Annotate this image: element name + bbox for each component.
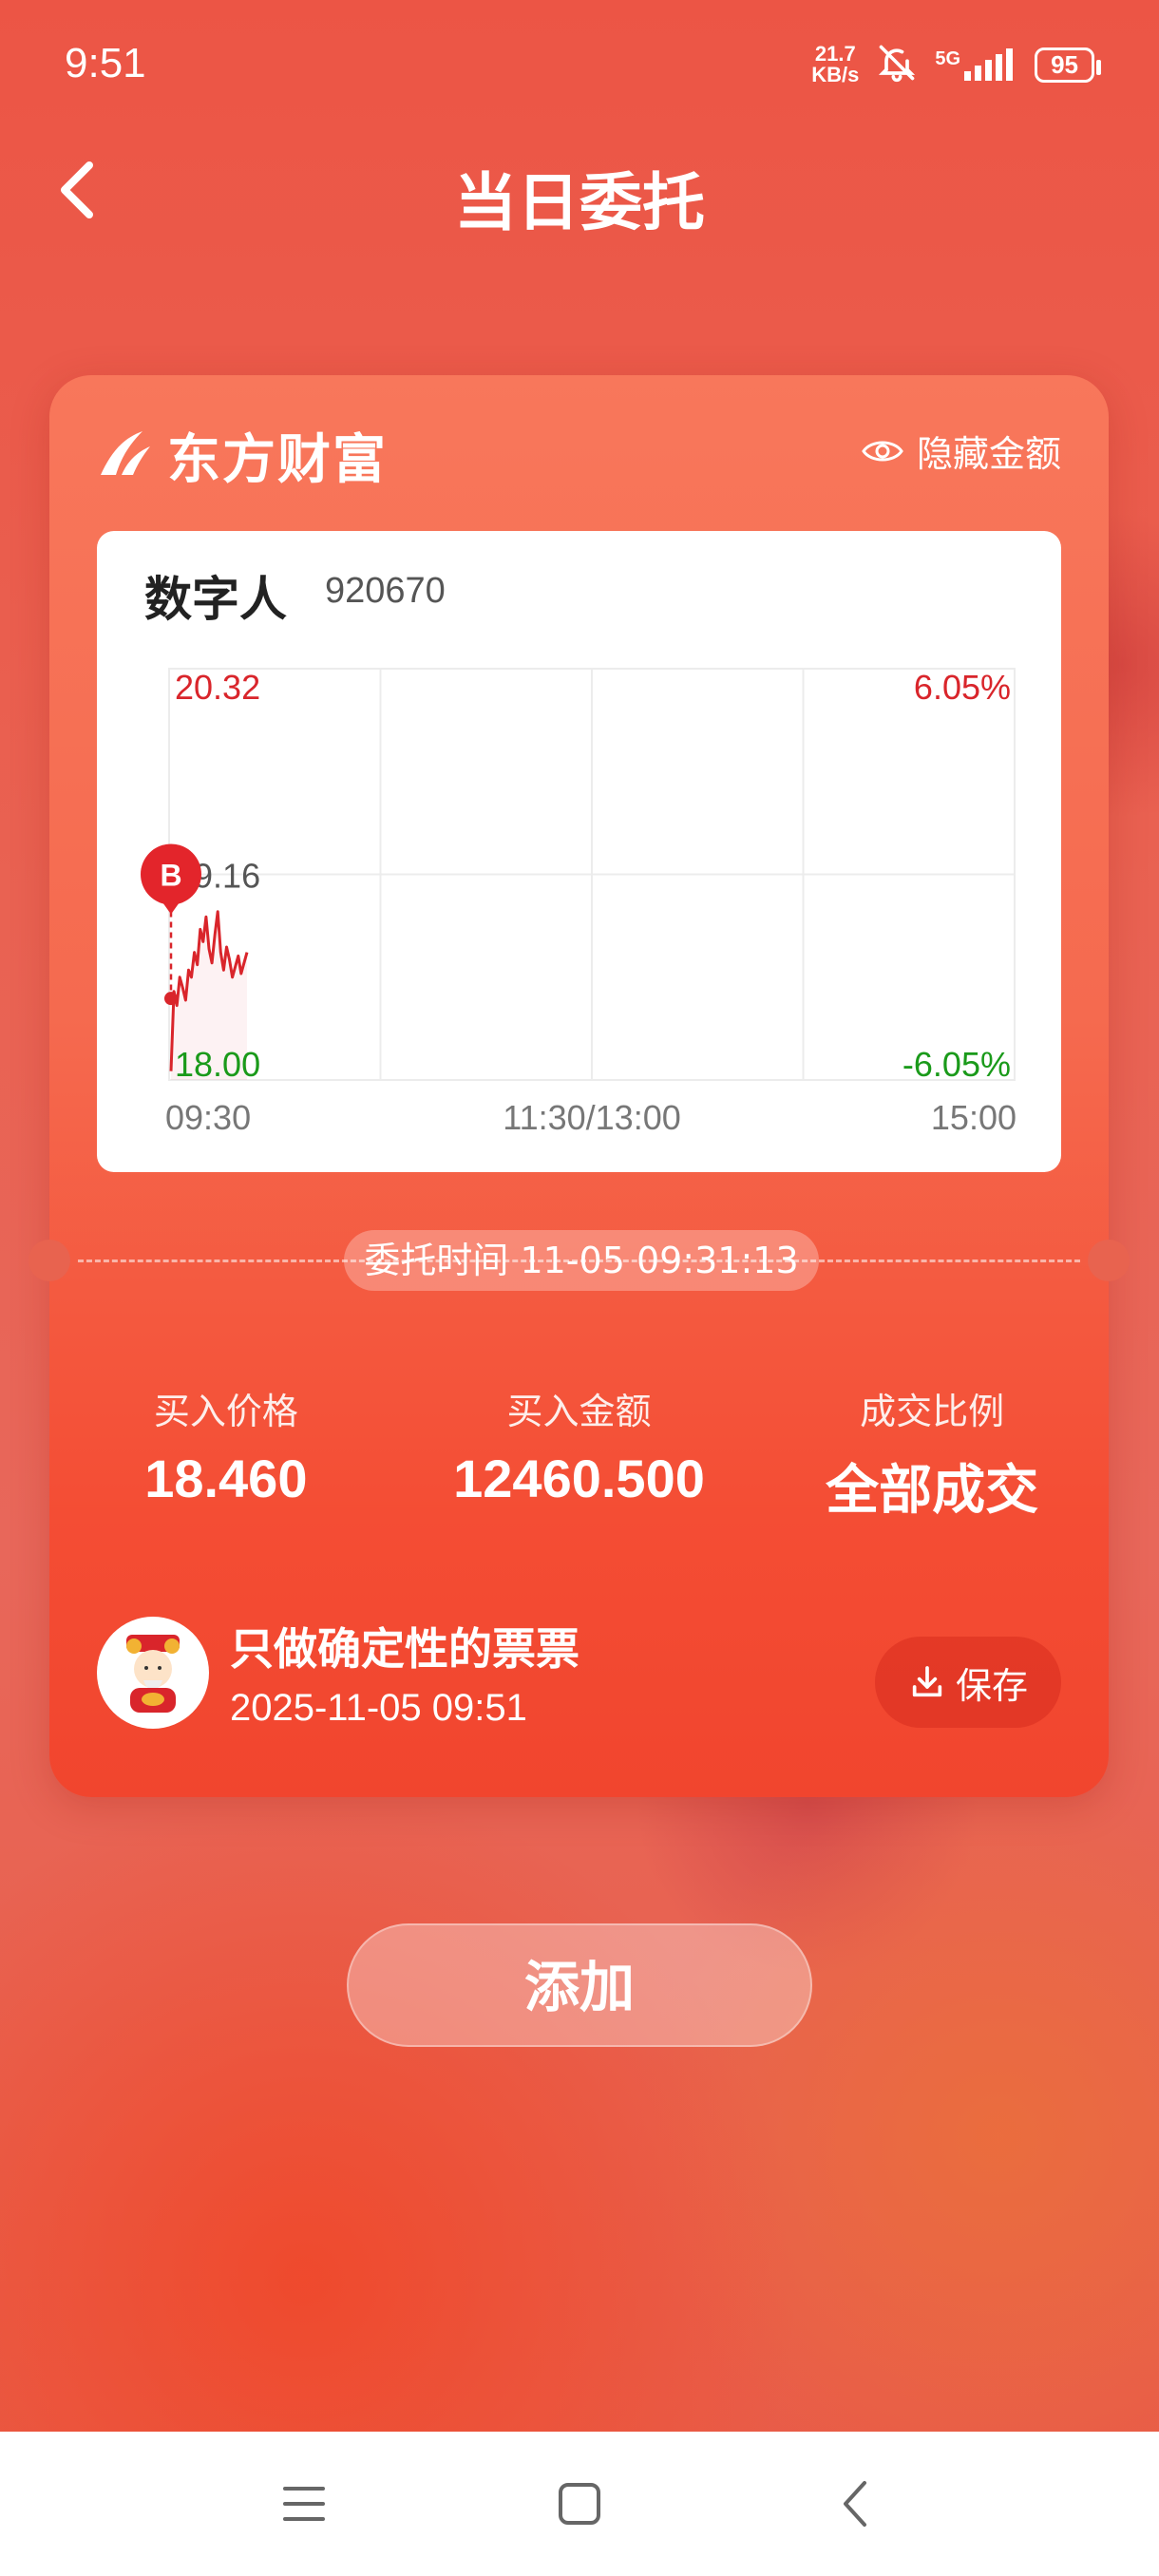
hide-amount-label: 隐藏金额: [916, 433, 1061, 475]
back-triangle-icon: [844, 2481, 866, 2527]
stat-value: 18.460: [144, 1449, 308, 1508]
home-square-icon: [559, 2483, 600, 2525]
author-time: 2025-11-05 09:51: [230, 1687, 527, 1729]
chart-panel: 数字人 920670 20.32 19.16 18.00 6.05% -6.05% 09:…: [97, 531, 1061, 1172]
bell-off-icon: [876, 42, 918, 87]
x-tick-label: 15:00: [931, 1098, 1016, 1137]
menu-button[interactable]: [271, 2471, 337, 2537]
system-nav-bar: [0, 2432, 1159, 2576]
page-title: 当日委托: [454, 166, 705, 239]
stat-fill-ratio: 成交比例 全部成交: [755, 1382, 1109, 1525]
add-button[interactable]: 添加: [347, 1923, 812, 2047]
stat-label: 买入价格: [153, 1391, 298, 1432]
order-time: 委托时间 11-05 09:31:13: [344, 1230, 819, 1291]
avatar: [97, 1616, 209, 1729]
pct-label-min: -6.05%: [902, 1045, 1011, 1084]
author-info: 只做确定性的票票 2025-11-05 09:51: [97, 1615, 580, 1730]
pct-label-max: 6.05%: [914, 668, 1011, 707]
save-button[interactable]: 保存: [875, 1637, 1061, 1728]
status-time: 9:51: [65, 40, 146, 86]
net-speed-unit: KB/s: [811, 63, 860, 86]
author-name: 只做确定性的票票: [230, 1623, 580, 1675]
download-icon: [912, 1666, 942, 1697]
buy-point: [164, 992, 178, 1006]
order-share-card: 东方财富 隐藏金额 数字人 920670 20.32 19.16 18.00 6.05…: [28, 375, 1130, 1797]
right-notch: [1088, 1240, 1130, 1281]
stat-label: 成交比例: [860, 1391, 1005, 1432]
y-label-max: 20.32: [175, 668, 260, 707]
order-stats: 买入价格 18.460 买入金额 12460.500 成交比例 全部成交: [49, 1382, 1109, 1525]
network-type: 5G: [935, 48, 961, 69]
stat-value: 全部成交: [826, 1460, 1039, 1522]
save-label: 保存: [955, 1664, 1028, 1707]
brand-name: 东方财富: [167, 428, 388, 491]
x-tick-label: 11:30/13:00: [503, 1098, 681, 1137]
buy-badge-pointer: [162, 900, 180, 915]
home-button[interactable]: [546, 2471, 613, 2537]
nav-back-button[interactable]: [822, 2471, 888, 2537]
stat-label: 买入金额: [506, 1391, 652, 1432]
hide-amount-toggle[interactable]: 隐藏金额: [862, 425, 1061, 477]
buy-badge-label: B: [160, 859, 181, 893]
status-bar: 9:51 21.7 KB/s 5G 95: [0, 0, 1159, 133]
status-indicators: 21.7 KB/s 5G 95: [811, 42, 1101, 87]
intraday-chart: 20.3219.1618.006.05%-6.05%09:30 11:30/13:…: [141, 668, 1016, 1137]
avatar-figure-icon: [126, 1634, 180, 1713]
net-speed-value: 21.7: [814, 42, 856, 66]
eye-icon: [862, 441, 903, 461]
net-speed: 21.7 KB/s: [811, 44, 859, 85]
y-label-min: 18.00: [175, 1045, 260, 1084]
stat-value: 12460.500: [453, 1449, 705, 1508]
left-notch: [28, 1240, 70, 1281]
stat-buy-amount: 买入金额 12460.500: [403, 1382, 756, 1525]
menu-icon: [283, 2487, 325, 2521]
stat-buy-price: 买入价格 18.460: [49, 1382, 403, 1525]
brand: 东方财富: [93, 417, 388, 494]
x-tick-label: 09:30: [165, 1098, 251, 1137]
header: 当日委托: [0, 133, 1159, 247]
battery-icon: 95: [1035, 47, 1101, 83]
signal-icon: 5G: [935, 48, 1017, 81]
brand-logo-icon: [101, 430, 150, 475]
